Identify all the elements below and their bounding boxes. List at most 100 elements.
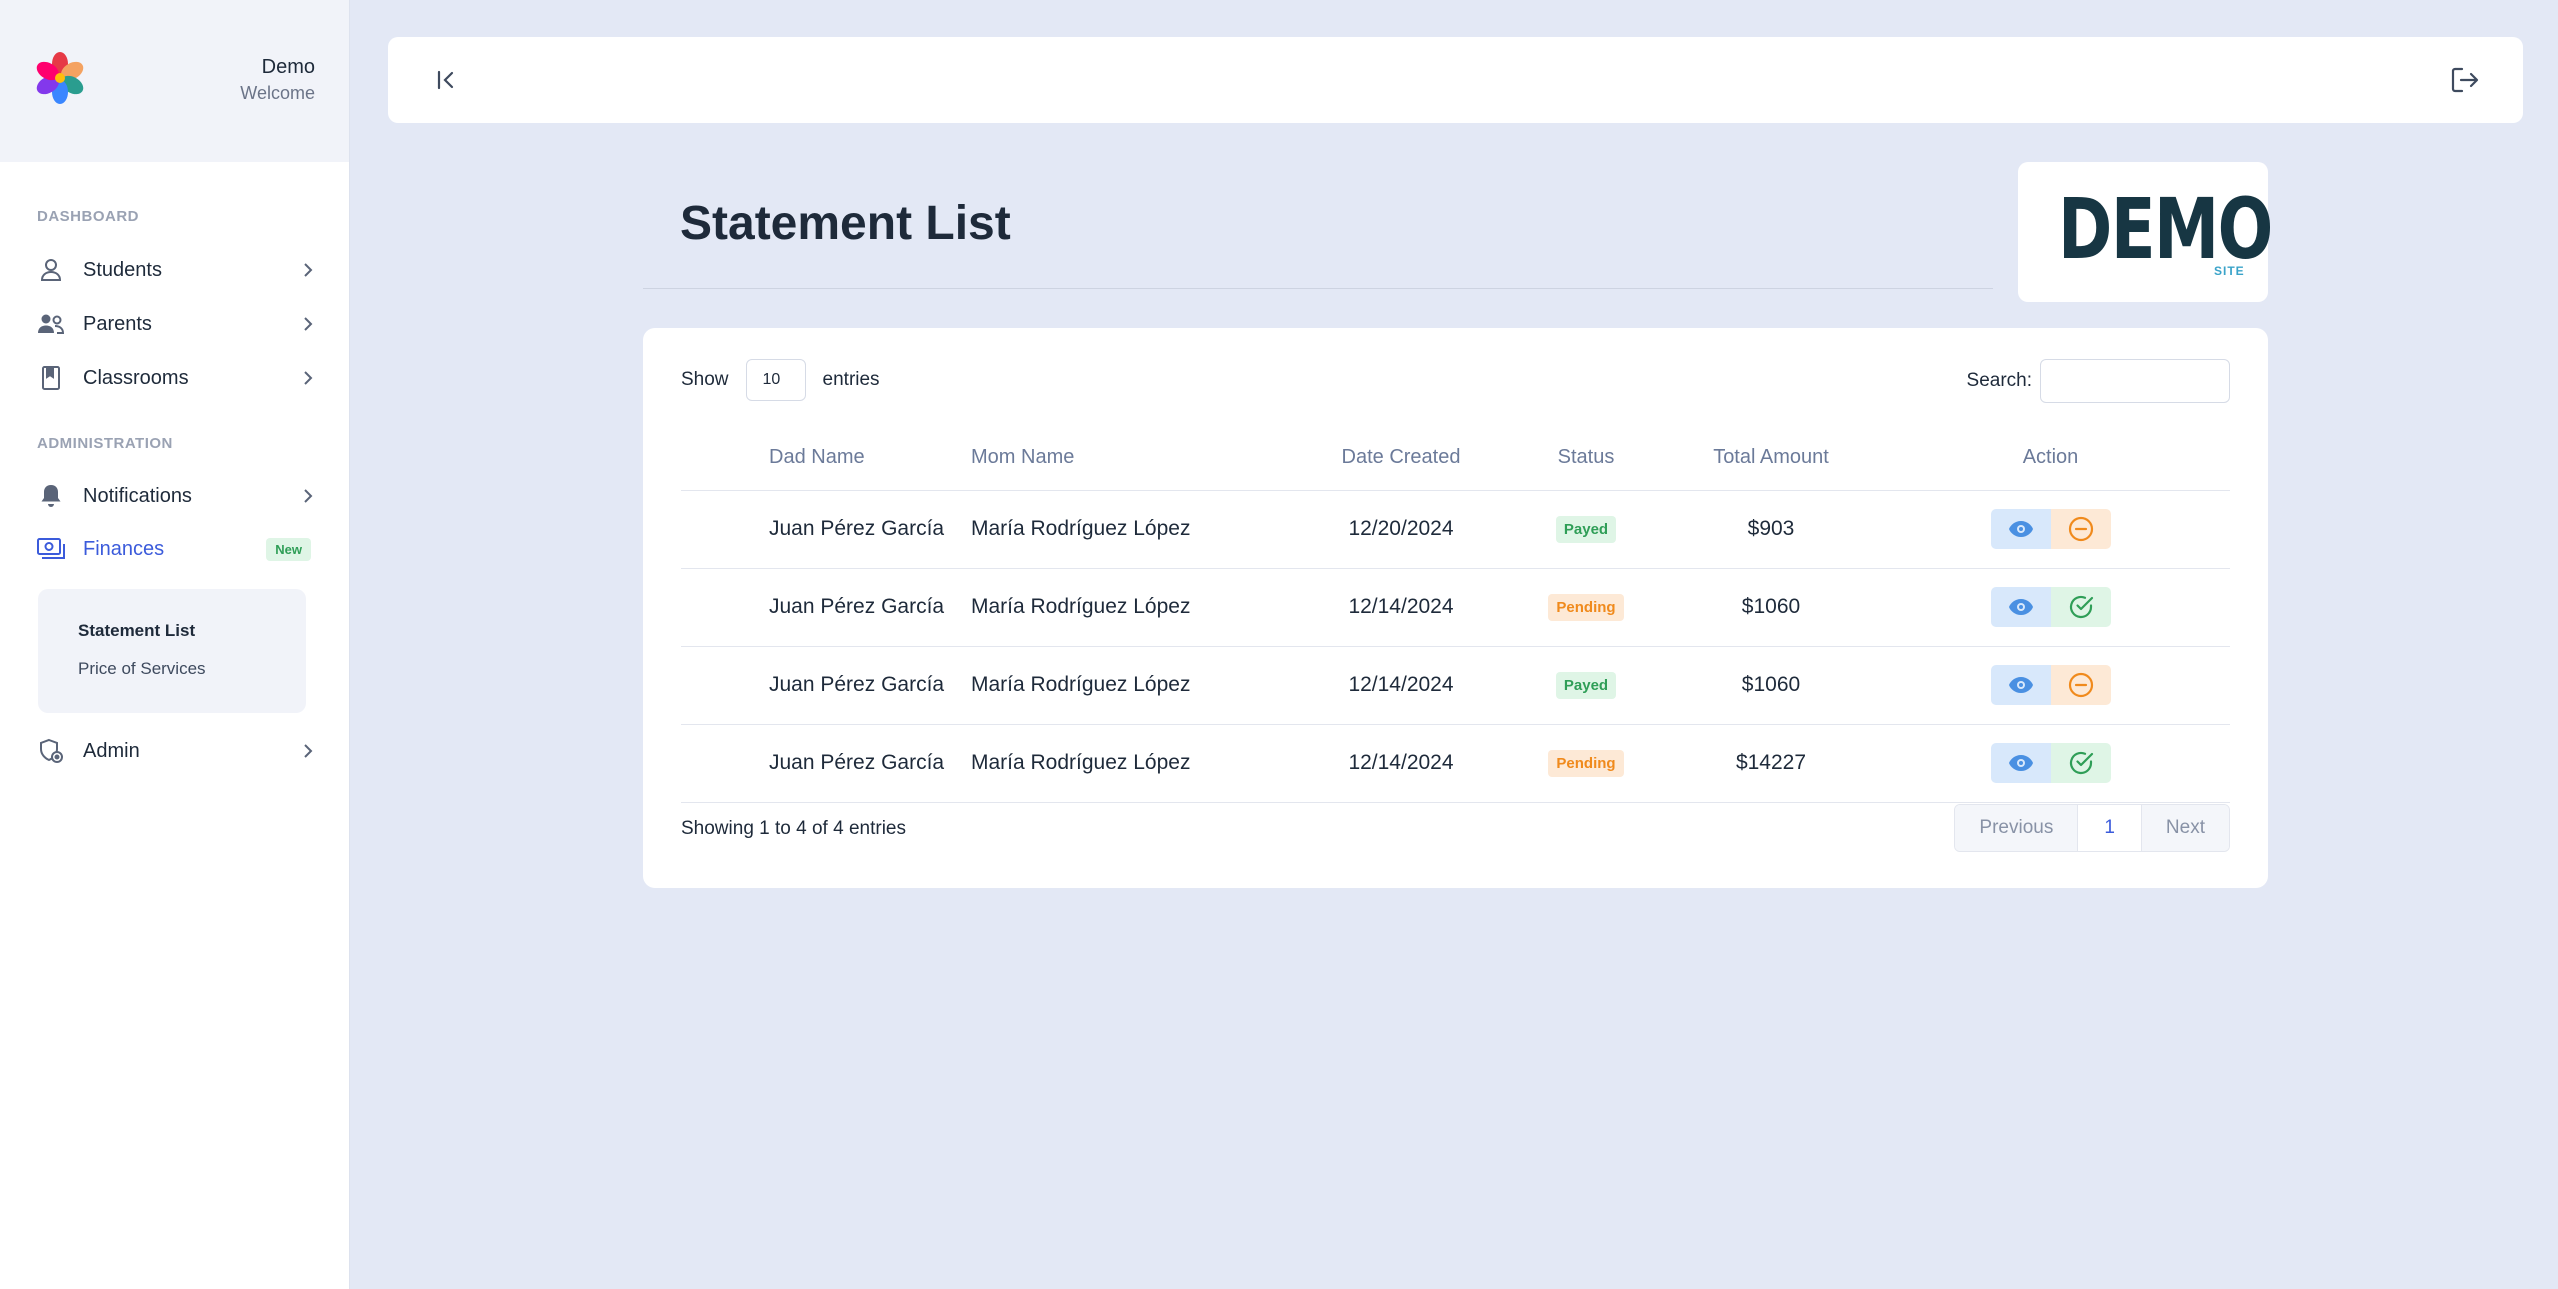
- date-cell: 12/20/2024: [1301, 490, 1501, 569]
- table-row: Juan Pérez García María Rodríguez López …: [681, 724, 2230, 803]
- status-badge: Payed: [1555, 515, 1617, 543]
- sidebar-item-students[interactable]: Students: [37, 250, 315, 290]
- column-header-mom-name[interactable]: Mom Name: [971, 426, 1301, 491]
- mom-name-cell: María Rodríguez López: [971, 568, 1301, 647]
- book-icon: [37, 364, 65, 392]
- top-bar: [388, 37, 2523, 123]
- cancel-payment-button[interactable]: [2050, 665, 2111, 705]
- view-button[interactable]: [1990, 509, 2051, 549]
- entries-select[interactable]: 10: [745, 359, 806, 401]
- status-badge: Pending: [1548, 593, 1624, 621]
- entries-length-control: Show 10 entries: [681, 359, 880, 401]
- status-badge: Payed: [1555, 671, 1617, 699]
- dad-name-cell: Juan Pérez García: [681, 568, 971, 647]
- user-name: Demo: [261, 56, 315, 78]
- user-icon: [37, 256, 65, 284]
- finances-submenu: Statement List Price of Services: [38, 589, 306, 713]
- dad-name-cell: Juan Pérez García: [681, 724, 971, 803]
- users-icon: [37, 310, 65, 338]
- search-label: Search:: [1966, 370, 2032, 391]
- eye-icon: [2008, 521, 2033, 537]
- row-actions: [1990, 665, 2111, 705]
- mom-name-cell: María Rodríguez López: [971, 646, 1301, 725]
- bell-icon: [37, 482, 65, 510]
- date-cell: 12/14/2024: [1301, 724, 1501, 803]
- view-button[interactable]: [1990, 665, 2051, 705]
- eye-icon: [2008, 599, 2033, 615]
- statement-table-card: Show 10 entries Search: Dad Name Mom Nam…: [643, 328, 2268, 888]
- minus-circle-icon: [2068, 672, 2093, 698]
- amount-cell: $1060: [1671, 646, 1871, 725]
- chevron-right-icon: [301, 314, 315, 334]
- amount-cell: $14227: [1671, 724, 1871, 803]
- entries-label: entries: [822, 369, 880, 390]
- row-actions: [1990, 509, 2111, 549]
- sidebar: Demo Welcome DASHBOARD Students Parents …: [0, 0, 350, 1289]
- cancel-payment-button[interactable]: [2050, 509, 2111, 549]
- eye-icon: [2008, 755, 2033, 771]
- row-actions: [1990, 743, 2111, 783]
- submenu-item-statement-list[interactable]: Statement List: [78, 621, 195, 641]
- table-row: Juan Pérez García María Rodríguez López …: [681, 646, 2230, 725]
- sidebar-header: Demo Welcome: [0, 0, 349, 162]
- pagination: Previous 1 Next: [1954, 804, 2230, 852]
- sidebar-item-admin[interactable]: Admin: [37, 731, 315, 771]
- logout-icon[interactable]: [2449, 65, 2479, 95]
- next-page-button[interactable]: Next: [2141, 805, 2229, 851]
- app-logo-icon[interactable]: [36, 52, 84, 104]
- eye-icon: [2008, 677, 2033, 693]
- user-subtitle: Welcome: [240, 83, 315, 103]
- view-button[interactable]: [1990, 587, 2051, 627]
- search-input[interactable]: [2040, 359, 2230, 403]
- chevron-right-icon: [301, 260, 315, 280]
- chevron-right-icon: [301, 368, 315, 388]
- new-badge: New: [266, 537, 311, 561]
- sidebar-item-label: Students: [83, 258, 162, 281]
- check-circle-icon: [2069, 595, 2093, 619]
- sidebar-item-notifications[interactable]: Notifications: [37, 476, 315, 516]
- show-label: Show: [681, 369, 729, 390]
- sidebar-item-label: Parents: [83, 312, 152, 335]
- sidebar-item-finances[interactable]: Finances New: [37, 529, 315, 569]
- column-header-date-created[interactable]: Date Created: [1301, 426, 1501, 491]
- table-info: Showing 1 to 4 of 4 entries: [681, 818, 906, 839]
- title-divider: [643, 288, 1993, 289]
- money-icon: [37, 535, 65, 563]
- shield-icon: [37, 737, 65, 765]
- check-circle-icon: [2069, 751, 2093, 775]
- sidebar-item-label: Notifications: [83, 484, 192, 507]
- previous-page-button[interactable]: Previous: [1955, 805, 2078, 851]
- collapse-sidebar-icon[interactable]: [434, 67, 460, 93]
- dad-name-cell: Juan Pérez García: [681, 490, 971, 569]
- minus-circle-icon: [2068, 516, 2093, 542]
- sidebar-item-parents[interactable]: Parents: [37, 304, 315, 344]
- page-1-button[interactable]: 1: [2077, 805, 2142, 851]
- mark-paid-button[interactable]: [2050, 743, 2111, 783]
- brand-logo-text: DEMO: [2058, 180, 2273, 278]
- status-badge: Pending: [1548, 749, 1624, 777]
- table-row: Juan Pérez García María Rodríguez López …: [681, 490, 2230, 569]
- column-header-dad-name[interactable]: Dad Name: [681, 426, 971, 491]
- user-info: Demo Welcome: [240, 54, 315, 106]
- sidebar-item-label: Finances: [83, 537, 165, 560]
- chevron-right-icon: [301, 486, 315, 506]
- column-header-action: Action: [1871, 426, 2230, 491]
- column-header-total-amount[interactable]: Total Amount: [1671, 426, 1871, 491]
- date-cell: 12/14/2024: [1301, 568, 1501, 647]
- dad-name-cell: Juan Pérez García: [681, 646, 971, 725]
- table-header-row: Dad Name Mom Name Date Created Status To…: [681, 426, 2230, 491]
- submenu-item-price-of-services[interactable]: Price of Services: [78, 659, 206, 679]
- sidebar-item-label: Admin: [83, 739, 140, 762]
- section-dashboard: DASHBOARD: [37, 208, 139, 225]
- sidebar-item-label: Classrooms: [83, 366, 189, 389]
- date-cell: 12/14/2024: [1301, 646, 1501, 725]
- view-button[interactable]: [1990, 743, 2051, 783]
- page-title: Statement List: [680, 197, 1011, 250]
- amount-cell: $1060: [1671, 568, 1871, 647]
- chevron-right-icon: [301, 741, 315, 761]
- sidebar-item-classrooms[interactable]: Classrooms: [37, 358, 315, 398]
- mark-paid-button[interactable]: [2050, 587, 2111, 627]
- mom-name-cell: María Rodríguez López: [971, 490, 1301, 569]
- column-header-status[interactable]: Status: [1501, 426, 1671, 491]
- amount-cell: $903: [1671, 490, 1871, 569]
